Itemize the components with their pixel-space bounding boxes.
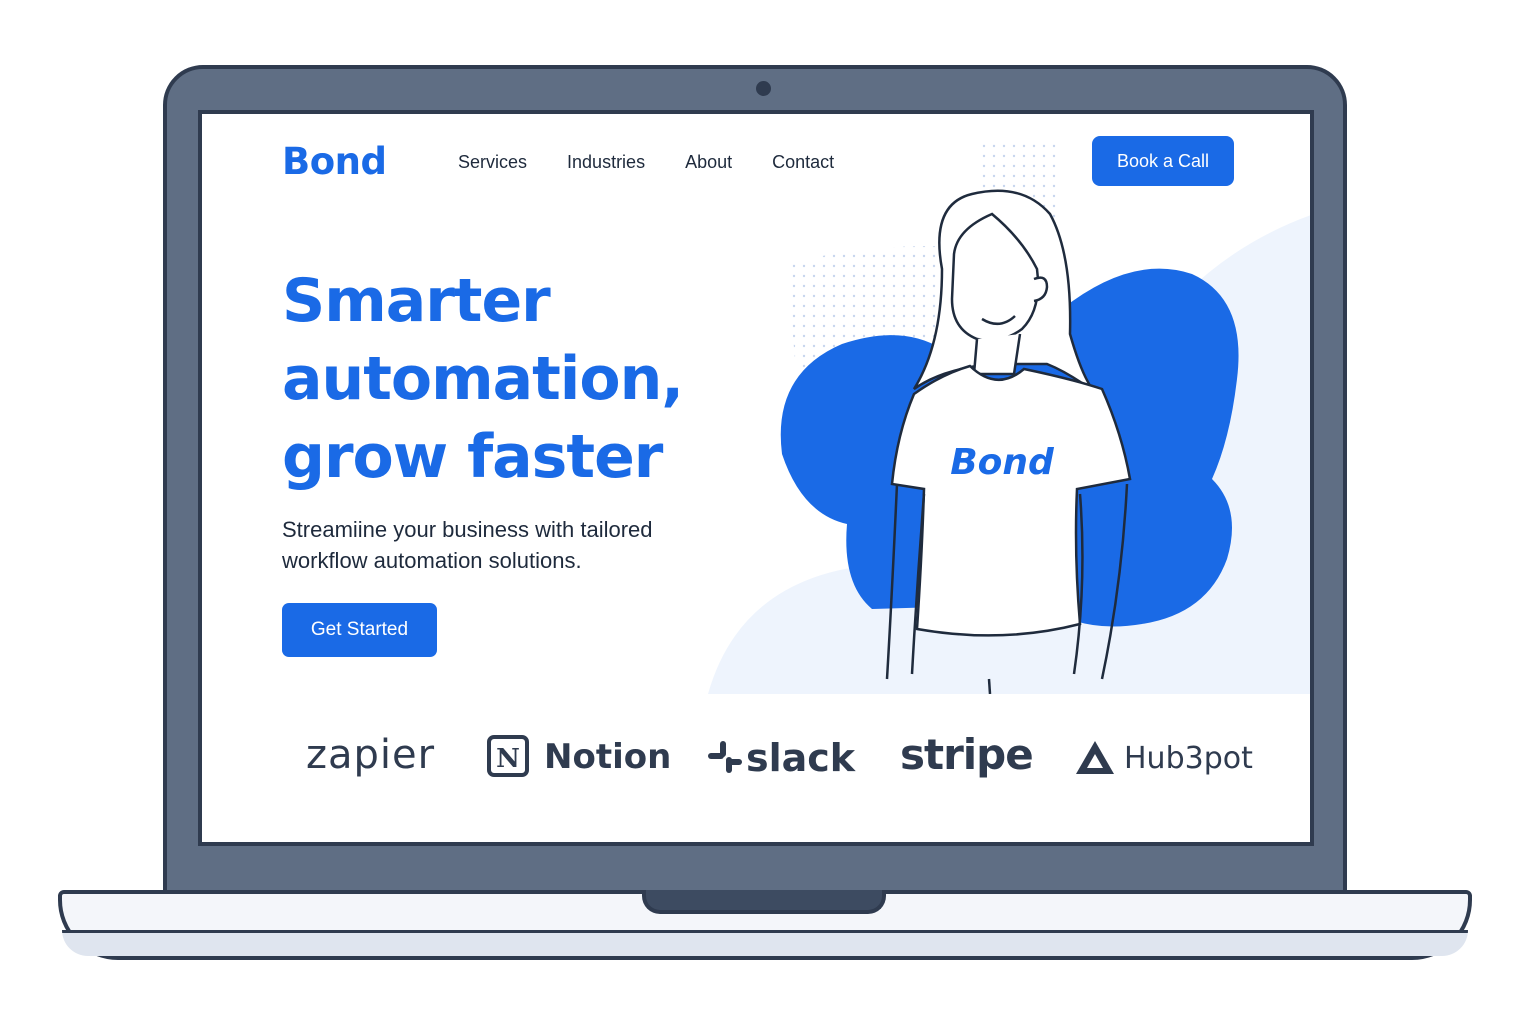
- partner-logos: zapier N Notion slack stripe Hub3pot: [202, 724, 1310, 804]
- partner-stripe-label: stripe: [900, 730, 1034, 779]
- hero-title-line-1: Smarter: [282, 266, 551, 336]
- laptop-base-edge: [62, 930, 1468, 956]
- nav-industries[interactable]: Industries: [567, 152, 645, 173]
- site-logo[interactable]: Bond: [282, 140, 387, 183]
- slack-icon: [708, 741, 742, 773]
- hero-subtitle: Streamiine your business with tailored w…: [282, 517, 653, 573]
- hubspot-icon: [1076, 741, 1114, 774]
- landing-page: Bond Services Industries About Contact B…: [202, 114, 1310, 842]
- partner-slack-label: slack: [746, 736, 856, 780]
- hero-title: Smarter automation, grow faster: [282, 262, 752, 496]
- laptop-screen: Bond Services Industries About Contact B…: [198, 110, 1314, 846]
- hero-title-line-3: grow faster: [282, 422, 663, 492]
- partner-zapier-label: zapier: [306, 732, 436, 778]
- partner-slack: slack: [706, 736, 855, 780]
- partner-notion-label: Notion: [544, 737, 672, 777]
- partner-zapier: zapier: [306, 732, 435, 778]
- webcam-icon: [756, 81, 771, 96]
- neck: [972, 333, 1022, 376]
- partner-stripe: stripe: [900, 730, 1034, 779]
- hero-illustration: Bond: [708, 139, 1310, 694]
- shirt-hem-line: [987, 678, 992, 694]
- partner-hubspot-label: Hub3pot: [1124, 740, 1253, 776]
- partner-notion: N Notion: [486, 734, 671, 780]
- get-started-button[interactable]: Get Started: [282, 603, 437, 657]
- notion-icon: N: [487, 735, 529, 777]
- shirt-logo: Bond: [950, 442, 1055, 483]
- svg-text:N: N: [496, 744, 520, 774]
- hero-title-line-2: automation,: [282, 344, 684, 414]
- nav-services[interactable]: Services: [458, 152, 527, 173]
- partner-hubspot: Hub3pot: [1074, 738, 1253, 778]
- laptop-hinge-notch: [642, 890, 886, 914]
